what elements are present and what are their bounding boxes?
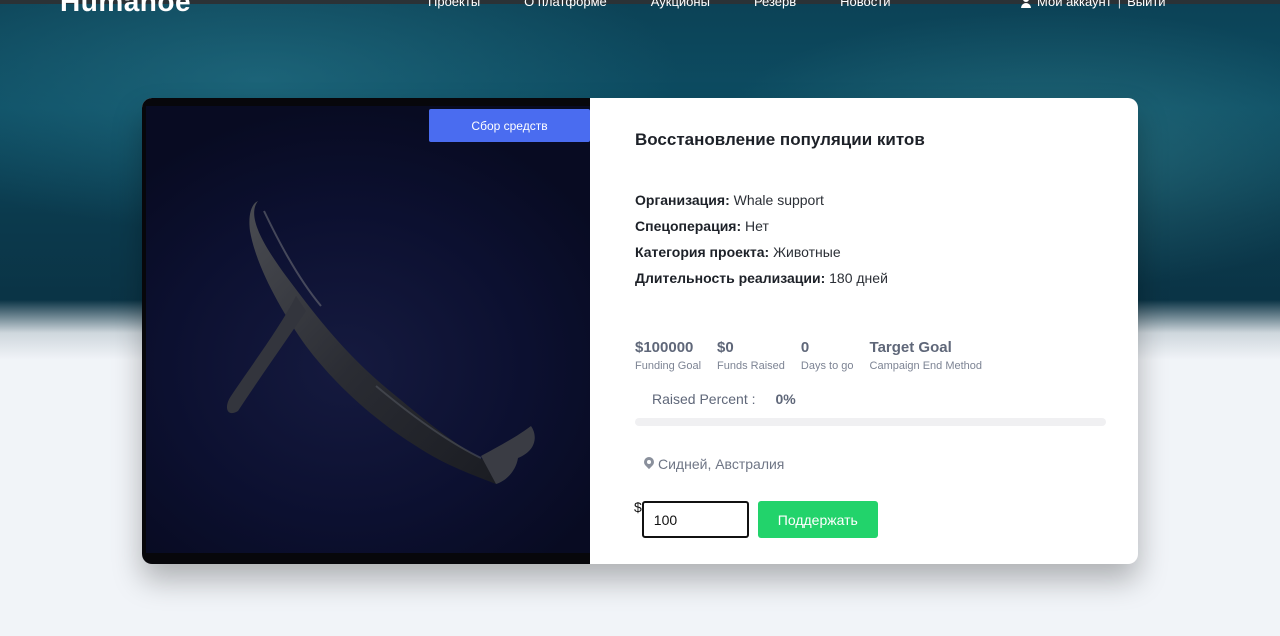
stat-days-to-go: 0 Days to go: [801, 339, 854, 372]
stat-value: $100000: [635, 339, 694, 356]
site-logo[interactable]: Humanoe: [60, 0, 191, 18]
meta-label: Организация:: [635, 192, 730, 208]
location-text: Сидней, Австралия: [658, 456, 785, 472]
funding-progress-bar: [635, 418, 1106, 426]
meta-duration: Длительность реализации: 180 дней: [635, 269, 888, 295]
campaign-title: Восстановление популяции китов: [635, 130, 925, 149]
meta-category: Категория проекта: Животные: [635, 243, 888, 269]
stat-label: Funding Goal: [635, 360, 702, 372]
meta-value: Whale support: [733, 192, 824, 208]
account-separator: |: [1117, 0, 1122, 9]
logout-link[interactable]: Выйти: [1127, 0, 1166, 9]
raised-percent-label: Raised Percent :: [652, 391, 756, 407]
whale-illustration: [226, 201, 535, 484]
raised-percent: Raised Percent : 0%: [652, 391, 796, 407]
meta-organization: Организация: Whale support: [635, 191, 888, 217]
nav-item-auctions[interactable]: Аукционы: [651, 0, 710, 9]
stat-label: Days to go: [800, 360, 854, 372]
campaign-location: Сидней, Австралия: [644, 456, 784, 472]
nav-item-news[interactable]: Новости: [840, 0, 890, 9]
meta-value: Животные: [773, 244, 841, 260]
meta-value: Нет: [745, 218, 769, 234]
stat-value: Target Goal: [869, 339, 952, 356]
meta-label: Спецоперация:: [635, 218, 742, 234]
stat-funding-goal: $100000 Funding Goal: [635, 339, 701, 372]
donate-form: $ Поддержать: [634, 499, 878, 538]
campaign-details: Восстановление популяции китов Организац…: [590, 98, 1138, 564]
campaign-meta: Организация: Whale support Спецоперация:…: [635, 191, 888, 295]
campaign-image-frame: Сбор средств: [142, 98, 590, 564]
campaign-card: Сбор средств Восстановление популяции ки…: [142, 98, 1138, 564]
stat-value: 0: [800, 339, 810, 356]
fundraising-badge: Сбор средств: [429, 109, 590, 142]
my-account-link[interactable]: Мой аккаунт: [1037, 0, 1112, 9]
donation-amount-input[interactable]: [641, 501, 749, 538]
map-pin-icon: [644, 457, 654, 471]
support-button[interactable]: Поддержать: [757, 501, 878, 538]
stat-end-method: Target Goal Campaign End Method: [870, 339, 983, 372]
campaign-stats: $100000 Funding Goal $0 Funds Raised 0 D…: [635, 339, 998, 372]
user-icon: [1021, 0, 1031, 8]
meta-label: Категория проекта:: [635, 244, 770, 260]
stat-label: Funds Raised: [717, 360, 785, 372]
nav-item-projects[interactable]: Проекты: [428, 0, 480, 9]
main-nav: Проекты О платформе Аукционы Резерв Ново…: [428, 0, 891, 9]
nav-item-reserve[interactable]: Резерв: [754, 0, 796, 9]
whale-photo: [146, 106, 590, 553]
account-menu: Мой аккаунт | Выйти: [1021, 0, 1166, 9]
meta-label: Длительность реализации:: [635, 270, 826, 286]
stat-label: Campaign End Method: [869, 360, 983, 372]
nav-item-about[interactable]: О платформе: [524, 0, 607, 9]
currency-symbol: $: [634, 499, 642, 515]
stat-value: $0: [717, 339, 734, 356]
meta-value: 180 дней: [829, 270, 888, 286]
raised-percent-value: 0%: [775, 391, 796, 407]
stat-funds-raised: $0 Funds Raised: [717, 339, 785, 372]
meta-special-operation: Спецоперация: Нет: [635, 217, 888, 243]
